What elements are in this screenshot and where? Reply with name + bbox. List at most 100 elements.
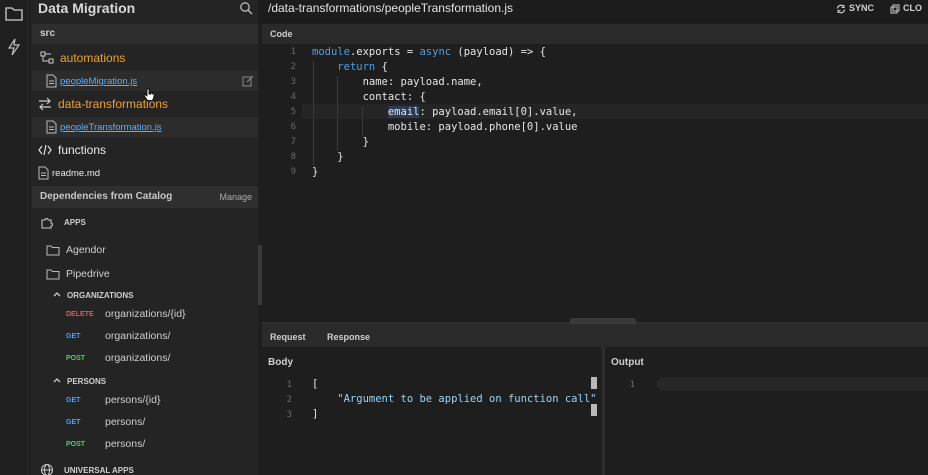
- apps-label: APPS: [64, 218, 86, 227]
- globe-icon: [41, 464, 53, 475]
- line-number: 9: [290, 167, 296, 177]
- dependencies-title: Dependencies from Catalog: [40, 191, 173, 202]
- method-badge: DELETE: [66, 311, 94, 318]
- file-icon: [38, 166, 49, 180]
- tree-file-readme[interactable]: readme.md: [32, 163, 258, 183]
- body-title: Body: [268, 357, 293, 368]
- line-number: 1: [286, 380, 292, 390]
- tab-code[interactable]: Code: [270, 29, 293, 39]
- function-bolt-icon[interactable]: [5, 38, 23, 56]
- endpoint-row[interactable]: GET organizations/: [32, 326, 258, 346]
- clone-icon: [890, 4, 900, 14]
- body-line: ]: [312, 408, 319, 420]
- output-title: Output: [611, 357, 644, 368]
- app-label: Agendor: [66, 244, 106, 256]
- body-line: "Argument to be applied on function call…: [312, 393, 597, 405]
- line-number: 6: [290, 122, 296, 132]
- folder-icon: [46, 269, 60, 280]
- app-pipedrive[interactable]: Pipedrive: [32, 264, 258, 284]
- code-line-1: module.exports = async (payload) => {: [312, 46, 546, 58]
- src-label: src: [40, 28, 56, 39]
- manage-link[interactable]: Manage: [219, 192, 252, 202]
- app-label: Pipedrive: [66, 268, 110, 280]
- line-number: 1: [290, 47, 296, 57]
- body-pane[interactable]: Body 1 2 3 [ "Argument to be applied on …: [262, 347, 602, 475]
- method-badge: GET: [66, 333, 81, 340]
- method-badge: GET: [66, 397, 81, 404]
- code-editor[interactable]: 1 2 3 4 5 6 7 8 9 module.exports = async…: [262, 44, 928, 322]
- tree-file-peopletransformation[interactable]: peopleTransformation.js: [32, 117, 258, 137]
- endpoint-path: persons/: [105, 438, 146, 450]
- universal-apps-label: UNIVERSAL APPS: [64, 466, 134, 475]
- tree-label: readme.md: [52, 168, 101, 179]
- endpoint-row[interactable]: POST organizations/: [32, 348, 258, 368]
- puzzle-icon: [41, 218, 53, 229]
- endpoint-row[interactable]: GET persons/{id}: [32, 390, 258, 410]
- endpoint-row[interactable]: POST persons/: [32, 434, 258, 454]
- line-number: 8: [290, 152, 296, 162]
- tree-folder-functions[interactable]: functions: [32, 140, 258, 160]
- project-title: Data Migration: [38, 0, 136, 16]
- activity-bar: [0, 0, 28, 475]
- tree-label: automations: [60, 51, 126, 65]
- editor-header: /data-transformations/peopleTransformati…: [262, 0, 928, 22]
- clone-button[interactable]: CLO: [903, 3, 922, 13]
- workflow-icon: [40, 51, 54, 64]
- output-line-highlight: [657, 377, 928, 391]
- sidebar: Data Migration src automations peopleMig…: [30, 0, 258, 475]
- output-pane[interactable]: Output 1: [605, 347, 928, 475]
- request-response-bar: Request Response: [262, 325, 928, 347]
- scrollbar-thumb[interactable]: [591, 377, 597, 389]
- sync-button[interactable]: SYNC: [849, 3, 874, 13]
- line-number: 2: [290, 62, 296, 72]
- folder-icon[interactable]: [5, 4, 23, 22]
- line-number: 3: [286, 410, 292, 420]
- tree-label: peopleMigration.js: [60, 76, 138, 87]
- line-number: 4: [290, 92, 296, 102]
- sync-icon: [836, 4, 846, 14]
- endpoint-path: organizations/: [105, 352, 171, 364]
- endpoint-path: organizations/{id}: [105, 308, 186, 320]
- body-line: [: [312, 378, 319, 390]
- method-badge: POST: [66, 441, 86, 448]
- persons-label: PERSONS: [67, 377, 107, 386]
- hand-cursor-icon: [143, 88, 155, 101]
- code-line-9: }: [312, 166, 319, 178]
- code-line-7: }: [312, 136, 369, 148]
- app-agendor[interactable]: Agendor: [32, 240, 258, 260]
- persons-group[interactable]: PERSONS: [32, 371, 258, 391]
- search-icon[interactable]: [239, 1, 253, 15]
- organizations-group[interactable]: ORGANIZATIONS: [32, 285, 258, 305]
- scrollbar-thumb[interactable]: [591, 404, 597, 416]
- line-number: 3: [290, 77, 296, 87]
- src-section-header[interactable]: src: [32, 24, 258, 44]
- transform-arrows-icon: [39, 97, 51, 111]
- edit-icon[interactable]: [242, 75, 254, 87]
- organizations-label: ORGANIZATIONS: [67, 291, 134, 300]
- code-line-6: mobile: payload.phone[0].value: [312, 121, 578, 133]
- method-badge: POST: [66, 355, 86, 362]
- tree-folder-automations[interactable]: automations: [32, 48, 258, 68]
- endpoint-path: organizations/: [105, 330, 171, 342]
- file-icon: [46, 120, 57, 134]
- sidebar-header: Data Migration: [30, 0, 258, 20]
- line-number: 1: [629, 380, 635, 390]
- dependencies-header: Dependencies from Catalog Manage: [32, 186, 258, 208]
- chevron-up-icon: [53, 292, 61, 297]
- line-number: 7: [290, 137, 296, 147]
- code-tab-bar: Code: [262, 24, 928, 44]
- splitter-handle[interactable]: [570, 318, 636, 324]
- endpoint-row[interactable]: DELETE organizations/{id}: [32, 304, 258, 324]
- line-number: 2: [286, 395, 292, 405]
- tab-request[interactable]: Request: [270, 332, 306, 342]
- code-line-3: name: payload.name,: [312, 76, 483, 88]
- apps-section[interactable]: APPS: [32, 212, 258, 232]
- file-icon: [46, 74, 57, 88]
- universal-apps-section[interactable]: UNIVERSAL APPS: [32, 460, 258, 475]
- line-gutter: 1 2 3 4 5 6 7 8 9: [262, 44, 302, 322]
- tree-label: functions: [58, 143, 107, 157]
- code-line-2: return {: [337, 61, 388, 73]
- tab-response[interactable]: Response: [327, 332, 370, 342]
- endpoint-row[interactable]: GET persons/: [32, 412, 258, 432]
- file-path: /data-transformations/peopleTransformati…: [268, 1, 514, 15]
